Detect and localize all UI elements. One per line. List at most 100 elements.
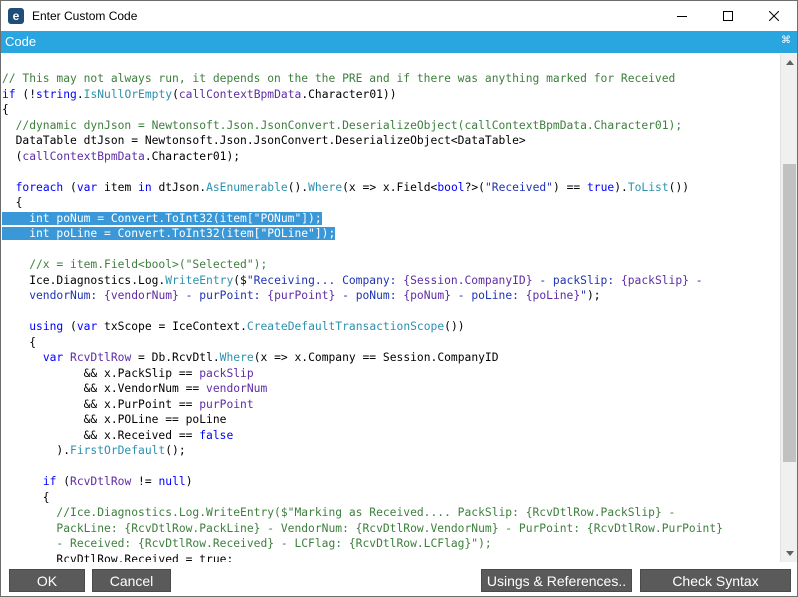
code-line[interactable] (2, 242, 780, 258)
title-bar[interactable]: e Enter Custom Code (1, 1, 797, 31)
code-editor[interactable]: // This may not always run, it depends o… (2, 54, 780, 562)
code-token: { (2, 103, 9, 116)
code-line[interactable]: PackLine: {RcvDtlRow.PackLine} - VendorN… (2, 521, 780, 537)
code-line[interactable]: { (2, 490, 780, 506)
code-line[interactable]: RcvDtlRow.Received = true; (2, 552, 780, 563)
code-token: RcvDtlRow (70, 351, 132, 364)
code-panel-header: Code ⌘ (1, 31, 797, 53)
app-logo-icon: e (8, 8, 24, 24)
code-line[interactable]: //dynamic dynJson = Newtonsoft.Json.Json… (2, 118, 780, 134)
code-line[interactable]: using (var txScope = IceContext.CreateDe… (2, 319, 780, 335)
code-line[interactable]: var RcvDtlRow = Db.RcvDtl.Where(x => x.C… (2, 350, 780, 366)
code-line[interactable]: { (2, 102, 780, 118)
code-line[interactable]: ).FirstOrDefault(); (2, 443, 780, 459)
scroll-down-icon[interactable] (781, 545, 797, 562)
code-token: purPoint (199, 397, 254, 411)
code-token: (); (165, 444, 186, 457)
code-token: (). (287, 180, 309, 194)
code-line[interactable]: //x = item.Field<bool>("Selected"); (2, 257, 780, 273)
maximize-icon (723, 11, 733, 21)
code-line[interactable]: foreach (var item in dtJson.AsEnumerable… (2, 180, 780, 196)
code-token: callContextBpmData (22, 149, 145, 163)
code-token: vendorNum: (2, 289, 105, 302)
code-line[interactable]: //Ice.Diagnostics.Log.WriteEntry($"Marki… (2, 505, 780, 521)
selected-code-text: int poNum = Convert.ToInt32(item["PONum"… (2, 211, 322, 225)
code-line[interactable]: { (2, 195, 780, 211)
code-line[interactable] (2, 164, 780, 180)
close-button[interactable] (751, 1, 797, 31)
check-syntax-button[interactable]: Check Syntax (640, 569, 791, 592)
code-token: WriteEntry (165, 273, 234, 287)
code-line[interactable]: // This may not always run, it depends o… (2, 71, 780, 87)
code-token: ( (172, 87, 179, 101)
custom-code-dialog: e Enter Custom Code Code ⌘ // This may n… (0, 0, 798, 597)
code-token: ($ (233, 273, 247, 287)
code-line[interactable]: && x.Received == false (2, 428, 780, 444)
code-token: var (42, 351, 64, 364)
code-token: AsEnumerable (206, 180, 288, 194)
code-token: var (76, 180, 98, 194)
scrollbar-thumb[interactable] (783, 164, 796, 462)
code-line[interactable]: if (!string.IsNullOrEmpty(callContextBpm… (2, 87, 780, 103)
usings-references-button[interactable]: Usings & References.. (481, 569, 632, 592)
code-token: CreateDefaultTransactionScope (246, 320, 445, 333)
code-line[interactable]: && x.PackSlip == packSlip (2, 366, 780, 382)
code-token: - packSlip: (532, 273, 621, 287)
code-token: && x.Received == (2, 428, 200, 442)
code-token: - (688, 273, 703, 287)
dialog-footer: OK Cancel Usings & References.. Check Sy… (1, 563, 797, 596)
code-line[interactable]: { (2, 335, 780, 351)
code-line[interactable]: int poLine = Convert.ToInt32(item["POLin… (2, 226, 780, 242)
minimize-button[interactable] (659, 1, 705, 31)
code-token: - poLine: (450, 289, 526, 302)
code-token: RcvDtlRow (70, 475, 132, 488)
code-token: bool (437, 180, 465, 194)
code-token: && x.POLine == poLine (2, 413, 227, 426)
code-token: if (2, 87, 16, 101)
code-line[interactable]: (callContextBpmData.Character01); (2, 149, 780, 165)
code-token: ) == (552, 180, 587, 194)
code-token: dtJson. (151, 180, 207, 194)
code-token: { (2, 196, 23, 209)
code-line[interactable]: && x.POLine == poLine (2, 412, 780, 428)
code-token: { (2, 490, 50, 504)
code-token: (! (15, 87, 37, 101)
code-token: DataTable dtJson = Newtonsoft.Json.JsonC… (2, 134, 526, 147)
pin-icon[interactable]: ⌘ (781, 35, 791, 46)
code-line[interactable]: vendorNum: {vendorNum} - purPoint: {purP… (2, 288, 780, 304)
code-line[interactable] (2, 459, 780, 475)
cancel-button[interactable]: Cancel (92, 569, 171, 592)
code-line[interactable]: - Received: {RcvDtlRow.Received} - LCFla… (2, 536, 780, 552)
code-token: null (158, 475, 186, 488)
ok-button[interactable]: OK (9, 569, 85, 592)
code-token: string (36, 87, 77, 101)
code-token: - Received: {RcvDtlRow.Received} - LCFla… (2, 537, 492, 550)
code-token: ()) (668, 180, 690, 194)
code-line[interactable]: int poNum = Convert.ToInt32(item["PONum"… (2, 211, 780, 227)
code-line[interactable]: if (RcvDtlRow != null) (2, 474, 780, 490)
code-token: if (42, 475, 57, 488)
code-line[interactable]: && x.PurPoint == purPoint (2, 397, 780, 413)
vertical-scrollbar[interactable] (780, 54, 797, 562)
code-token: ( (63, 320, 77, 333)
code-token: - purPoint: (178, 289, 268, 302)
code-token: ( (63, 180, 77, 194)
code-token: {poLine} (525, 289, 581, 302)
code-line[interactable]: DataTable dtJson = Newtonsoft.Json.JsonC… (2, 133, 780, 149)
code-line[interactable]: Ice.Diagnostics.Log.WriteEntry($"Receivi… (2, 273, 780, 289)
code-line[interactable] (2, 304, 780, 320)
code-token: vendorNum (206, 382, 268, 395)
code-token: ToList (627, 180, 669, 194)
maximize-button[interactable] (705, 1, 751, 31)
code-token: {purPoint} (267, 289, 336, 302)
code-token: ( (56, 475, 71, 488)
code-token: false (199, 428, 234, 442)
scroll-up-icon[interactable] (781, 54, 797, 71)
panel-title: Code (5, 34, 37, 49)
code-lines: // This may not always run, it depends o… (2, 71, 780, 562)
code-token: ); (586, 289, 601, 302)
code-token: = Db.RcvDtl. (131, 351, 220, 364)
code-line[interactable]: && x.VendorNum == vendorNum (2, 381, 780, 397)
